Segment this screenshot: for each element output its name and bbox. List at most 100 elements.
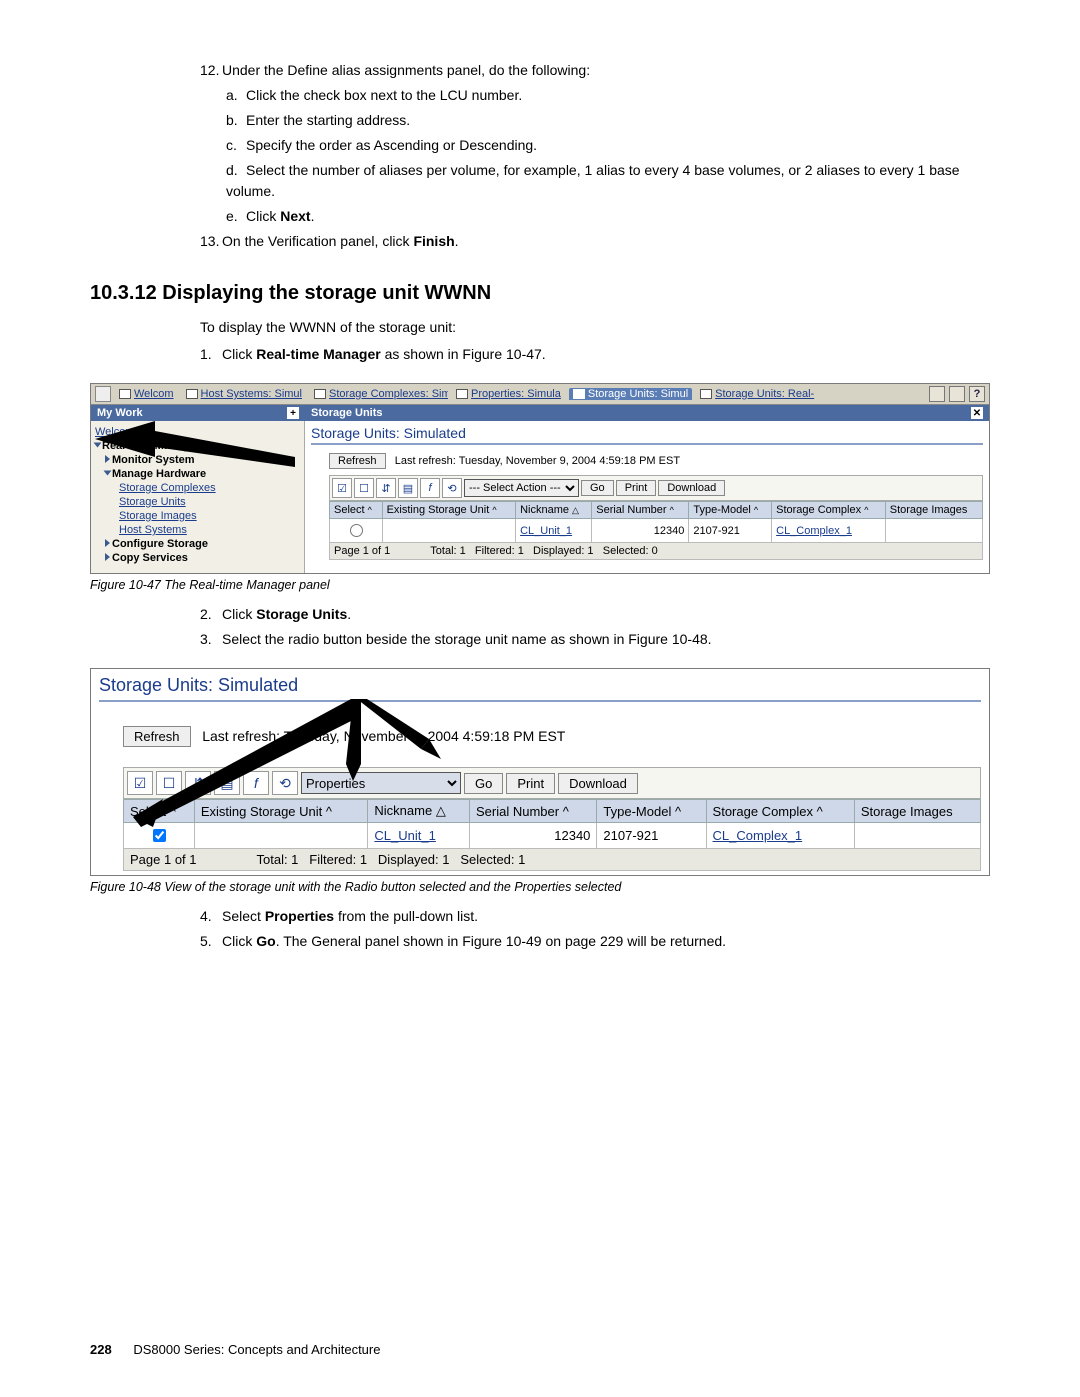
toolbar-btn[interactable]: ☑	[332, 478, 352, 498]
toolbar-btn[interactable]: ⟲	[442, 478, 462, 498]
book-title: DS8000 Series: Concepts and Architecture	[133, 1342, 380, 1357]
help-icon[interactable]: ?	[969, 386, 985, 402]
table-footer: Page 1 of 1 Total: 1 Filtered: 1 Display…	[123, 849, 981, 871]
nav-storage-units[interactable]: Storage Units	[119, 496, 186, 508]
nav-tree: Welcome Real-time Manager Monitor System…	[91, 421, 305, 573]
toolbar-btn[interactable]: ⇵	[185, 771, 211, 795]
pager-page: Page 1 of 1	[334, 545, 390, 557]
nav-host-systems[interactable]: Host Systems	[119, 524, 187, 536]
table-row: CL_Unit_1 12340 2107-921 CL_Complex_1	[124, 823, 981, 849]
step3: Select the radio button beside the stora…	[222, 631, 712, 647]
chevron-right-icon[interactable]	[105, 539, 110, 547]
nav-copy-services[interactable]: Copy Services	[112, 552, 188, 564]
col-esu[interactable]: Existing Storage Unit ^	[194, 800, 368, 823]
col-nickname[interactable]: Nickname △	[368, 800, 470, 823]
step-12e-post: .	[311, 208, 315, 224]
toolbar-btn[interactable]: ☑	[127, 771, 153, 795]
col-type-model[interactable]: Type-Model ^	[689, 502, 772, 519]
col-storage-images[interactable]: Storage Images	[885, 502, 982, 519]
step-13-pre: On the Verification panel, click	[222, 233, 413, 249]
print-button[interactable]: Print	[506, 773, 555, 794]
col-type-model[interactable]: Type-Model ^	[597, 800, 706, 823]
tab-welcome[interactable]: Welcom	[115, 388, 178, 400]
nav-welcome[interactable]: Welcome	[95, 426, 141, 438]
panel-title: Storage Units: Simulated	[311, 425, 983, 445]
nav-storage-images[interactable]: Storage Images	[119, 510, 197, 522]
window-icon	[95, 386, 111, 402]
refresh-button[interactable]: Refresh	[329, 453, 386, 469]
action-select[interactable]: --- Select Action ---	[464, 479, 579, 497]
figure-10-47: Welcom Host Systems: Simul Storage Compl…	[90, 383, 990, 574]
col-storage-complex[interactable]: Storage Complex ^	[706, 800, 854, 823]
toolbar-btn[interactable]: ▤	[214, 771, 240, 795]
col-serial[interactable]: Serial Number ^	[592, 502, 689, 519]
tab-storage-complexes[interactable]: Storage Complexes: Simu	[310, 388, 448, 400]
section-heading: 10.3.12 Displaying the storage unit WWNN	[90, 282, 990, 305]
chevron-right-icon[interactable]	[105, 553, 110, 561]
chevron-right-icon[interactable]	[105, 455, 110, 463]
toolbar-btn[interactable]: f	[420, 478, 440, 498]
toolbar-btn[interactable]: ☐	[156, 771, 182, 795]
go-button[interactable]: Go	[464, 773, 503, 794]
refresh-button[interactable]: Refresh	[123, 726, 191, 747]
col-select[interactable]: Select ^	[124, 800, 195, 823]
step-12c: Specify the order as Ascending or Descen…	[246, 137, 537, 153]
col-select[interactable]: Select ^	[330, 502, 383, 519]
chevron-down-icon[interactable]	[94, 443, 102, 448]
close-icon[interactable]: ✕	[971, 407, 983, 419]
storage-units-header: Storage Units ✕	[305, 405, 989, 421]
step4-pre: Select	[222, 908, 265, 924]
download-button[interactable]: Download	[558, 773, 638, 794]
toolbar-btn[interactable]: ⟲	[272, 771, 298, 795]
print-button[interactable]: Print	[616, 480, 657, 496]
page-number: 228	[90, 1342, 112, 1357]
pager-page: Page 1 of 1	[130, 852, 197, 867]
col-esu[interactable]: Existing Storage Unit ^	[382, 502, 516, 519]
tab-properties[interactable]: Properties: Simula	[452, 388, 565, 400]
col-storage-images[interactable]: Storage Images	[854, 800, 980, 823]
tab-host-systems[interactable]: Host Systems: Simul	[182, 388, 306, 400]
row-radio[interactable]	[350, 524, 363, 537]
row-nickname-link[interactable]: CL_Unit_1	[520, 525, 572, 537]
toolbar-btn[interactable]: f	[243, 771, 269, 795]
step2-pre: Click	[222, 606, 256, 622]
panel-title: Storage Units: Simulated	[99, 675, 981, 702]
step1-bold: Real-time Manager	[256, 346, 380, 362]
step-12e-pre: Click	[246, 208, 280, 224]
nav-monitor[interactable]: Monitor System	[112, 454, 195, 466]
mywork-header: My Work +	[91, 405, 305, 421]
action-select[interactable]: Properties	[301, 772, 461, 794]
nav-managehw[interactable]: Manage Hardware	[112, 468, 206, 480]
col-storage-complex[interactable]: Storage Complex ^	[772, 502, 886, 519]
row-complex-link[interactable]: CL_Complex_1	[776, 525, 852, 537]
nav-storage-complexes[interactable]: Storage Complexes	[119, 482, 216, 494]
step4-bold: Properties	[265, 908, 334, 924]
row-nickname-link[interactable]: CL_Unit_1	[374, 828, 435, 843]
row-serial: 12340	[592, 519, 689, 543]
toolbar-btn[interactable]: ☐	[354, 478, 374, 498]
col-serial[interactable]: Serial Number ^	[470, 800, 597, 823]
expand-icon[interactable]: +	[287, 407, 299, 419]
col-nickname[interactable]: Nickname △	[516, 502, 592, 519]
last-refresh-text: Last refresh: Tuesday, November 9, 2004 …	[395, 455, 680, 467]
row-type-model: 2107-921	[597, 823, 706, 849]
tab-storage-units-simul[interactable]: Storage Units: Simul	[569, 388, 692, 400]
toolbar-btn[interactable]: ⇵	[376, 478, 396, 498]
download-button[interactable]: Download	[658, 480, 725, 496]
storage-units-table: Select ^ Existing Storage Unit ^ Nicknam…	[329, 501, 983, 543]
chevron-down-icon[interactable]	[104, 471, 112, 476]
toolbar-btn[interactable]: ▤	[398, 478, 418, 498]
tab-storage-units-real[interactable]: Storage Units: Real-	[696, 388, 818, 400]
row-complex-link[interactable]: CL_Complex_1	[713, 828, 803, 843]
toolbar-icon[interactable]	[929, 386, 945, 402]
row-checkbox[interactable]	[153, 829, 166, 842]
step1-post: as shown in Figure 10-47.	[381, 346, 546, 362]
nav-configure-storage[interactable]: Configure Storage	[112, 538, 208, 550]
toolbar-icon[interactable]	[949, 386, 965, 402]
step2-bold: Storage Units	[256, 606, 347, 622]
row-type-model: 2107-921	[689, 519, 772, 543]
tab-bar: Welcom Host Systems: Simul Storage Compl…	[91, 384, 989, 405]
go-button[interactable]: Go	[581, 480, 614, 496]
nav-rtm[interactable]: Real-time Manager	[102, 440, 200, 452]
page-footer: 228 DS8000 Series: Concepts and Architec…	[90, 1342, 380, 1357]
